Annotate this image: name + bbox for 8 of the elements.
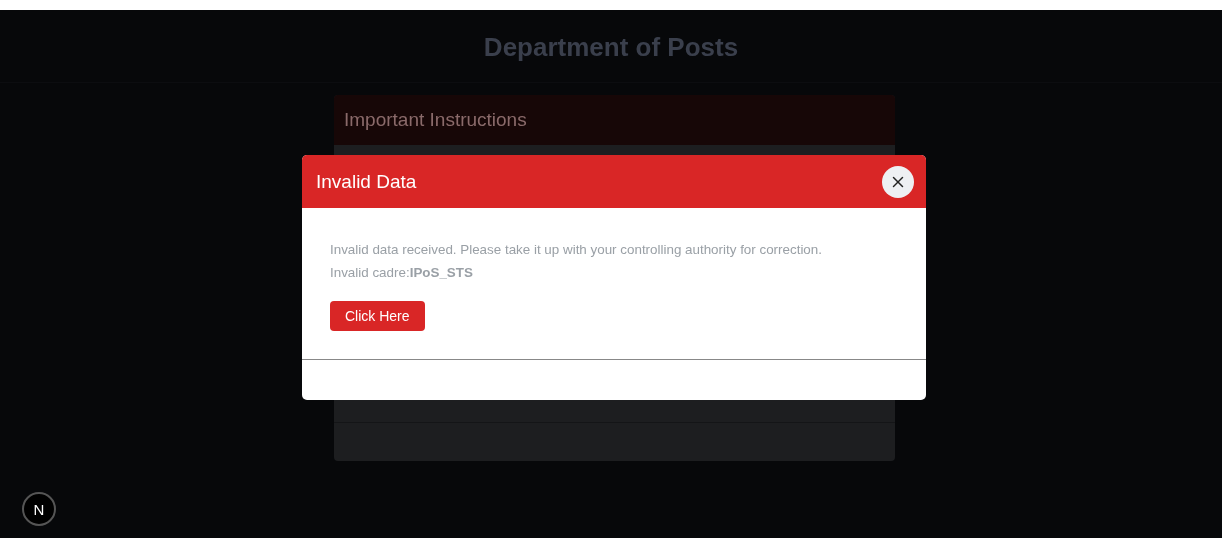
site-title: Department of Posts bbox=[483, 32, 739, 64]
error-message: Invalid data received. Please take it up with your controlling authority for correction. bbox=[330, 241, 823, 259]
background-dialog-title: Important Instructions bbox=[344, 109, 527, 131]
n-badge[interactable]: N bbox=[22, 492, 56, 526]
close-button[interactable] bbox=[882, 165, 914, 198]
dialog-title: Invalid Data bbox=[316, 170, 417, 193]
click-here-button[interactable]: Click Here bbox=[330, 301, 425, 331]
error-detail: Invalid cadre:IPoS_STS bbox=[330, 264, 474, 282]
